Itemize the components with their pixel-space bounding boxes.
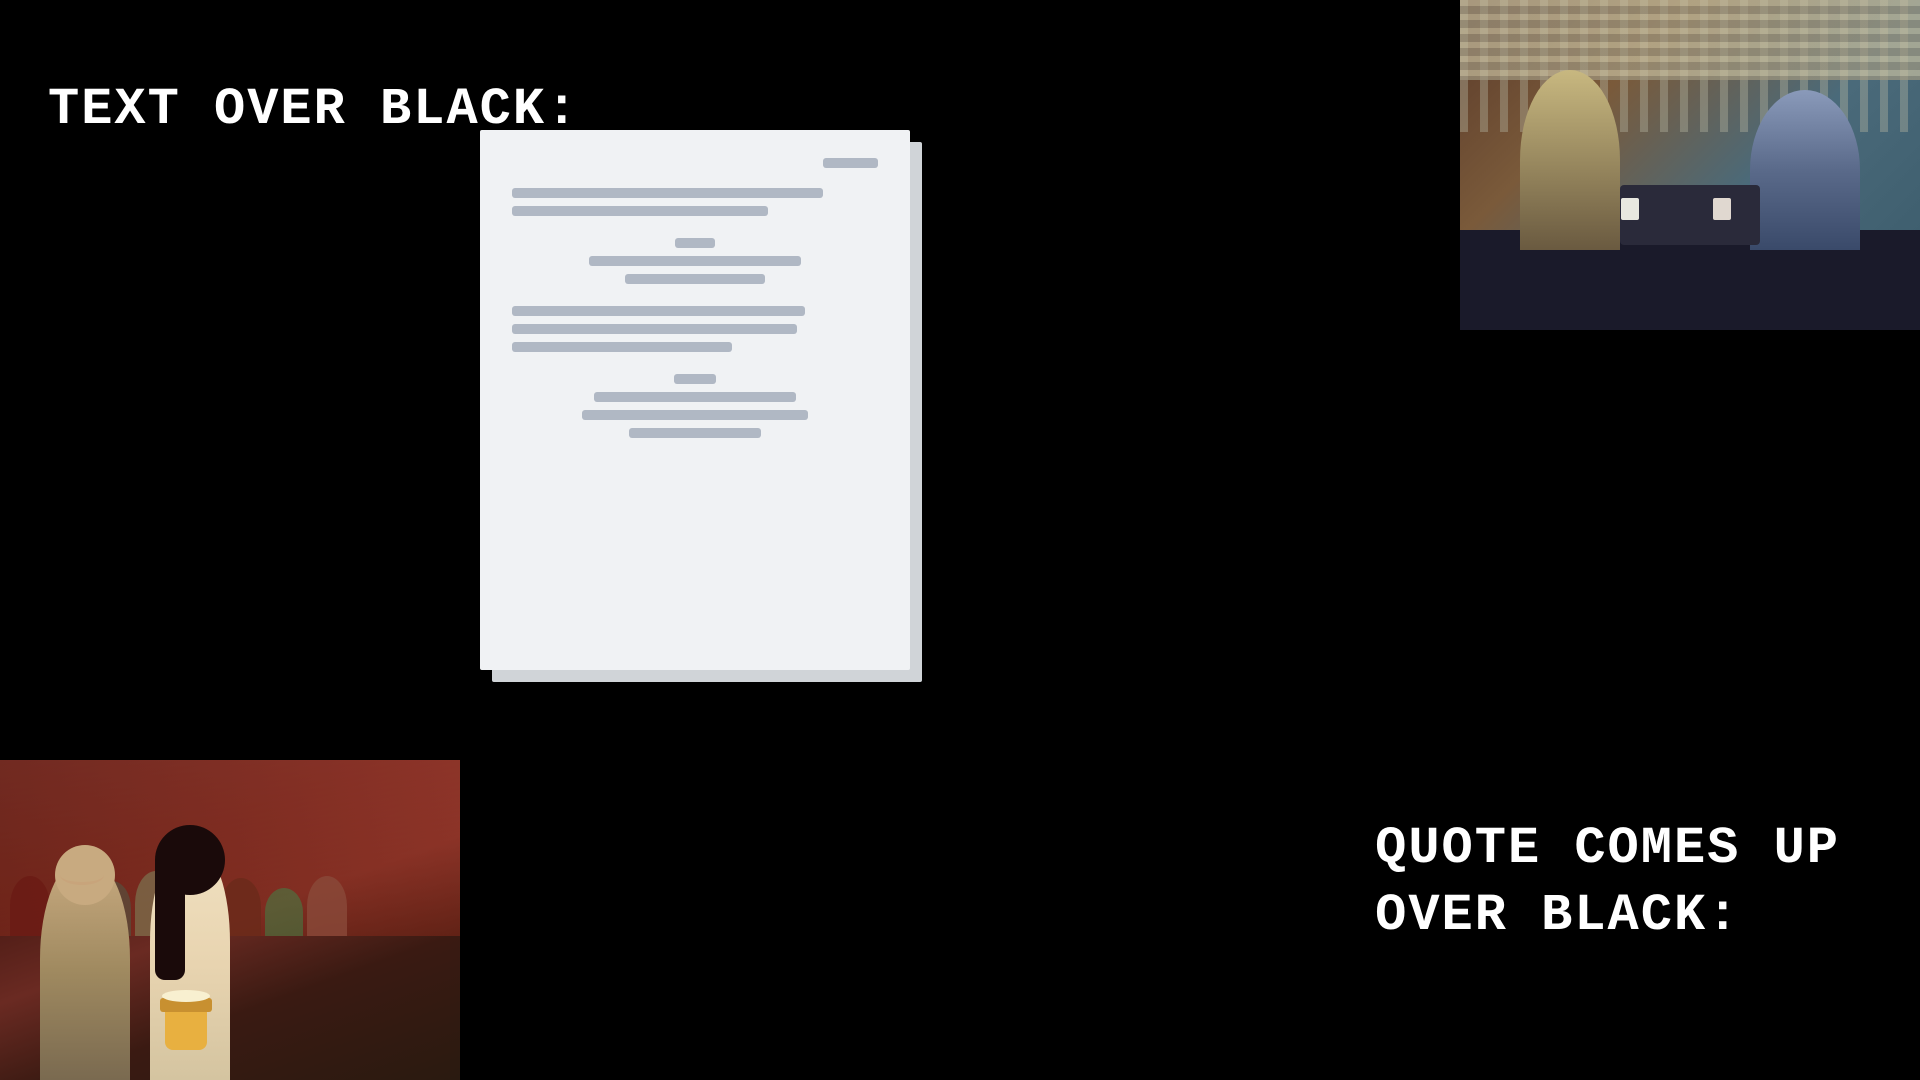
doc-line-13 xyxy=(629,428,761,438)
top-right-movie-still xyxy=(1460,0,1920,330)
screenplay-document xyxy=(480,130,910,670)
doc-line-3 xyxy=(512,206,768,216)
doc-line-11 xyxy=(594,392,795,402)
cinema-scene-graphic xyxy=(0,760,460,1080)
doc-line-10 xyxy=(674,374,716,384)
quote-line2: OVER BLACK: xyxy=(1375,882,1840,950)
doc-line-5 xyxy=(589,256,801,266)
doc-line-4 xyxy=(675,238,715,248)
doc-main xyxy=(480,130,910,670)
doc-line-7 xyxy=(512,306,805,316)
doc-line-9 xyxy=(512,342,732,352)
doc-line-12 xyxy=(582,410,809,420)
doc-line-6 xyxy=(625,274,764,284)
quote-line1: QUOTE COMES UP xyxy=(1375,815,1840,883)
diner-scene-graphic xyxy=(1460,0,1920,330)
doc-line-2 xyxy=(512,188,823,198)
doc-line-8 xyxy=(512,324,797,334)
doc-line-1 xyxy=(823,158,878,168)
quote-comes-up-heading: QUOTE COMES UP OVER BLACK: xyxy=(1375,815,1840,950)
bottom-left-movie-still xyxy=(0,760,460,1080)
